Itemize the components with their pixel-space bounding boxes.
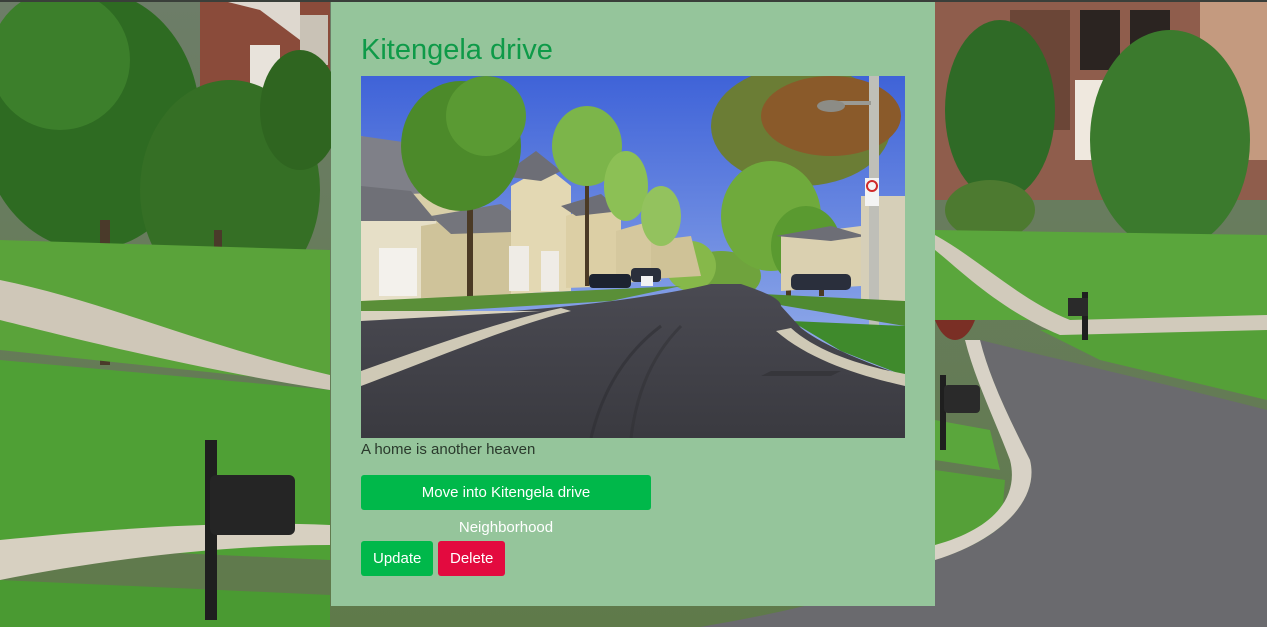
delete-button[interactable]: Delete	[438, 541, 505, 576]
neighborhood-card: Kitengela drive A home is another heaven…	[331, 2, 935, 606]
neighborhood-photo	[361, 76, 905, 438]
neighborhood-description: A home is another heaven	[361, 441, 536, 458]
update-button[interactable]: Update	[361, 541, 433, 576]
move-into-neighborhood-button[interactable]: Move into Kitengela drive Neighborhood	[361, 475, 651, 536]
neighborhood-title: Kitengela drive	[361, 34, 553, 66]
